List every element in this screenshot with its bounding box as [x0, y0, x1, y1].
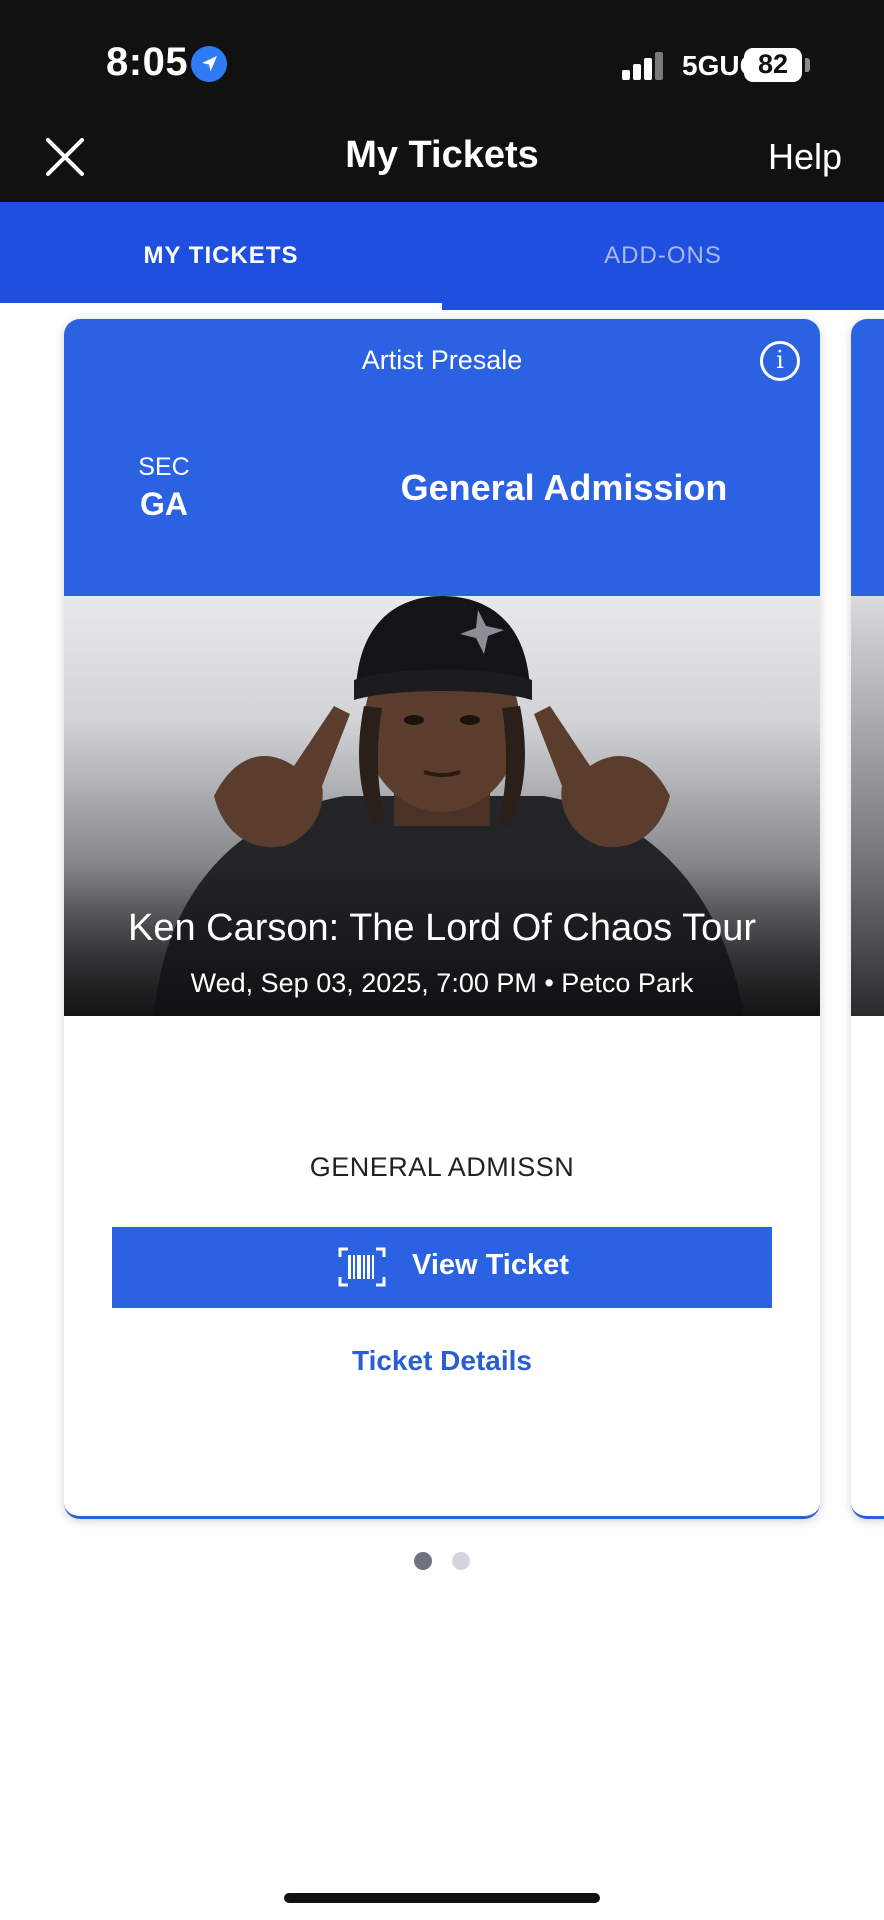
- presale-label: Artist Presale: [361, 345, 523, 375]
- event-title: Ken Carson: The Lord Of Chaos Tour: [127, 907, 757, 949]
- location-arrow-icon: [191, 46, 227, 82]
- ticket-card-header: Artist Presale i SEC GA General Admissio…: [64, 319, 820, 596]
- close-icon[interactable]: [42, 134, 88, 180]
- app-header: My Tickets Help: [0, 120, 884, 202]
- active-tab-indicator: [0, 303, 442, 310]
- ticket-type-label: GENERAL ADMISSN: [309, 1152, 575, 1182]
- next-ticket-card-header: [851, 319, 884, 596]
- pager-dot[interactable]: [452, 1552, 470, 1570]
- view-ticket-label: View Ticket: [412, 1249, 569, 1281]
- status-time: 8:05: [106, 40, 189, 84]
- pager-dot-active[interactable]: [414, 1552, 432, 1570]
- tab-add-ons[interactable]: ADD-ONS: [442, 202, 884, 310]
- tab-my-tickets[interactable]: MY TICKETS: [0, 202, 442, 310]
- next-ticket-card[interactable]: [851, 319, 884, 1519]
- status-bar: 8:05 5GUC 82: [0, 0, 884, 120]
- help-link[interactable]: Help: [768, 136, 842, 178]
- battery-terminal: [805, 58, 810, 72]
- tab-bar: MY TICKETS ADD-ONS: [0, 202, 884, 310]
- view-ticket-button[interactable]: View Ticket: [112, 1227, 772, 1308]
- section-value: GA: [140, 486, 188, 522]
- event-date-venue: Wed, Sep 03, 2025, 7:00 PM • Petco Park: [190, 968, 694, 998]
- ticket-card[interactable]: Artist Presale i SEC GA General Admissio…: [64, 319, 820, 1519]
- section-label: SEC: [138, 453, 190, 481]
- next-ticket-card-image: [851, 596, 884, 1016]
- event-image: Ken Carson: The Lord Of Chaos Tour Wed, …: [64, 596, 820, 1016]
- info-icon[interactable]: i: [760, 341, 800, 381]
- battery-level: 82: [757, 49, 789, 79]
- page-title: My Tickets: [345, 134, 539, 176]
- admission-title: General Admission: [400, 467, 728, 508]
- home-indicator[interactable]: [284, 1893, 600, 1903]
- cellular-signal-icon: [622, 50, 666, 80]
- ticket-details-link[interactable]: Ticket Details: [64, 1345, 820, 1377]
- battery-icon: 82: [744, 48, 802, 82]
- barcode-icon: [338, 1247, 386, 1287]
